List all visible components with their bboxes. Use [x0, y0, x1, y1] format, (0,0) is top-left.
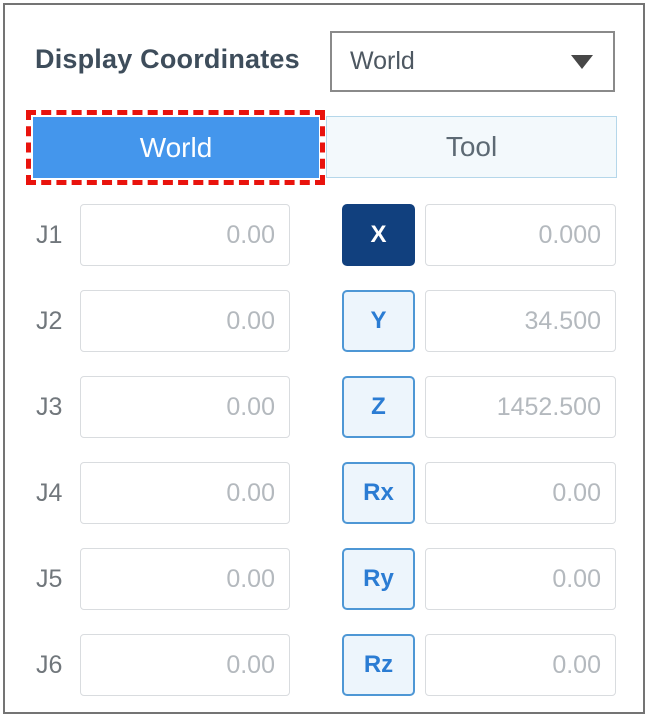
joint-label: J5 [36, 548, 70, 610]
axis-value-text: 1452.500 [426, 377, 601, 437]
joint-value-text: 0.00 [81, 635, 275, 695]
axis-value-input[interactable]: 0.000 [425, 204, 616, 266]
axis-button-rz[interactable]: Rz [342, 634, 415, 696]
coordinate-row-j3: J3 0.00 Z 1452.500 [0, 376, 649, 438]
joint-label: J4 [36, 462, 70, 524]
coordinate-row-j2: J2 0.00 Y 34.500 [0, 290, 649, 352]
coordinate-display-panel: Display Coordinates World World Tool J1 … [0, 0, 649, 720]
axis-button-rx[interactable]: Rx [342, 462, 415, 524]
joint-value-text: 0.00 [81, 463, 275, 523]
coordinate-row-j6: J6 0.00 Rz 0.00 [0, 634, 649, 696]
axis-value-text: 0.000 [426, 205, 601, 265]
caret-down-icon [571, 55, 593, 69]
axis-value-text: 34.500 [426, 291, 601, 351]
axis-button-x[interactable]: X [342, 204, 415, 266]
joint-label: J2 [36, 290, 70, 352]
joint-value-input[interactable]: 0.00 [80, 634, 290, 696]
joint-value-input[interactable]: 0.00 [80, 204, 290, 266]
joint-value-text: 0.00 [81, 377, 275, 437]
tab-tool[interactable]: Tool [326, 116, 617, 178]
axis-value-input[interactable]: 0.00 [425, 548, 616, 610]
axis-button-y[interactable]: Y [342, 290, 415, 352]
joint-label: J6 [36, 634, 70, 696]
joint-label: J1 [36, 204, 70, 266]
joint-value-text: 0.00 [81, 549, 275, 609]
joint-value-input[interactable]: 0.00 [80, 290, 290, 352]
axis-value-input[interactable]: 1452.500 [425, 376, 616, 438]
coordinate-row-j5: J5 0.00 Ry 0.00 [0, 548, 649, 610]
joint-coordinate-rows: J1 0.00 X 0.000 J2 0.00 Y 34.500 J3 0.00… [0, 204, 649, 720]
axis-value-text: 0.00 [426, 463, 601, 523]
axis-button-z[interactable]: Z [342, 376, 415, 438]
axis-value-input[interactable]: 34.500 [425, 290, 616, 352]
axis-value-text: 0.00 [426, 549, 601, 609]
coordinate-system-dropdown[interactable]: World [330, 31, 615, 92]
axis-value-input[interactable]: 0.00 [425, 462, 616, 524]
axis-button-ry[interactable]: Ry [342, 548, 415, 610]
dropdown-selected-value: World [350, 33, 415, 90]
joint-value-text: 0.00 [81, 291, 275, 351]
joint-value-input[interactable]: 0.00 [80, 462, 290, 524]
tab-world[interactable]: World [33, 117, 319, 178]
axis-value-text: 0.00 [426, 635, 601, 695]
joint-value-text: 0.00 [81, 205, 275, 265]
coordinate-row-j1: J1 0.00 X 0.000 [0, 204, 649, 266]
joint-value-input[interactable]: 0.00 [80, 548, 290, 610]
display-coordinates-label: Display Coordinates [35, 44, 300, 75]
joint-value-input[interactable]: 0.00 [80, 376, 290, 438]
joint-label: J3 [36, 376, 70, 438]
coordinate-row-j4: J4 0.00 Rx 0.00 [0, 462, 649, 524]
axis-value-input[interactable]: 0.00 [425, 634, 616, 696]
